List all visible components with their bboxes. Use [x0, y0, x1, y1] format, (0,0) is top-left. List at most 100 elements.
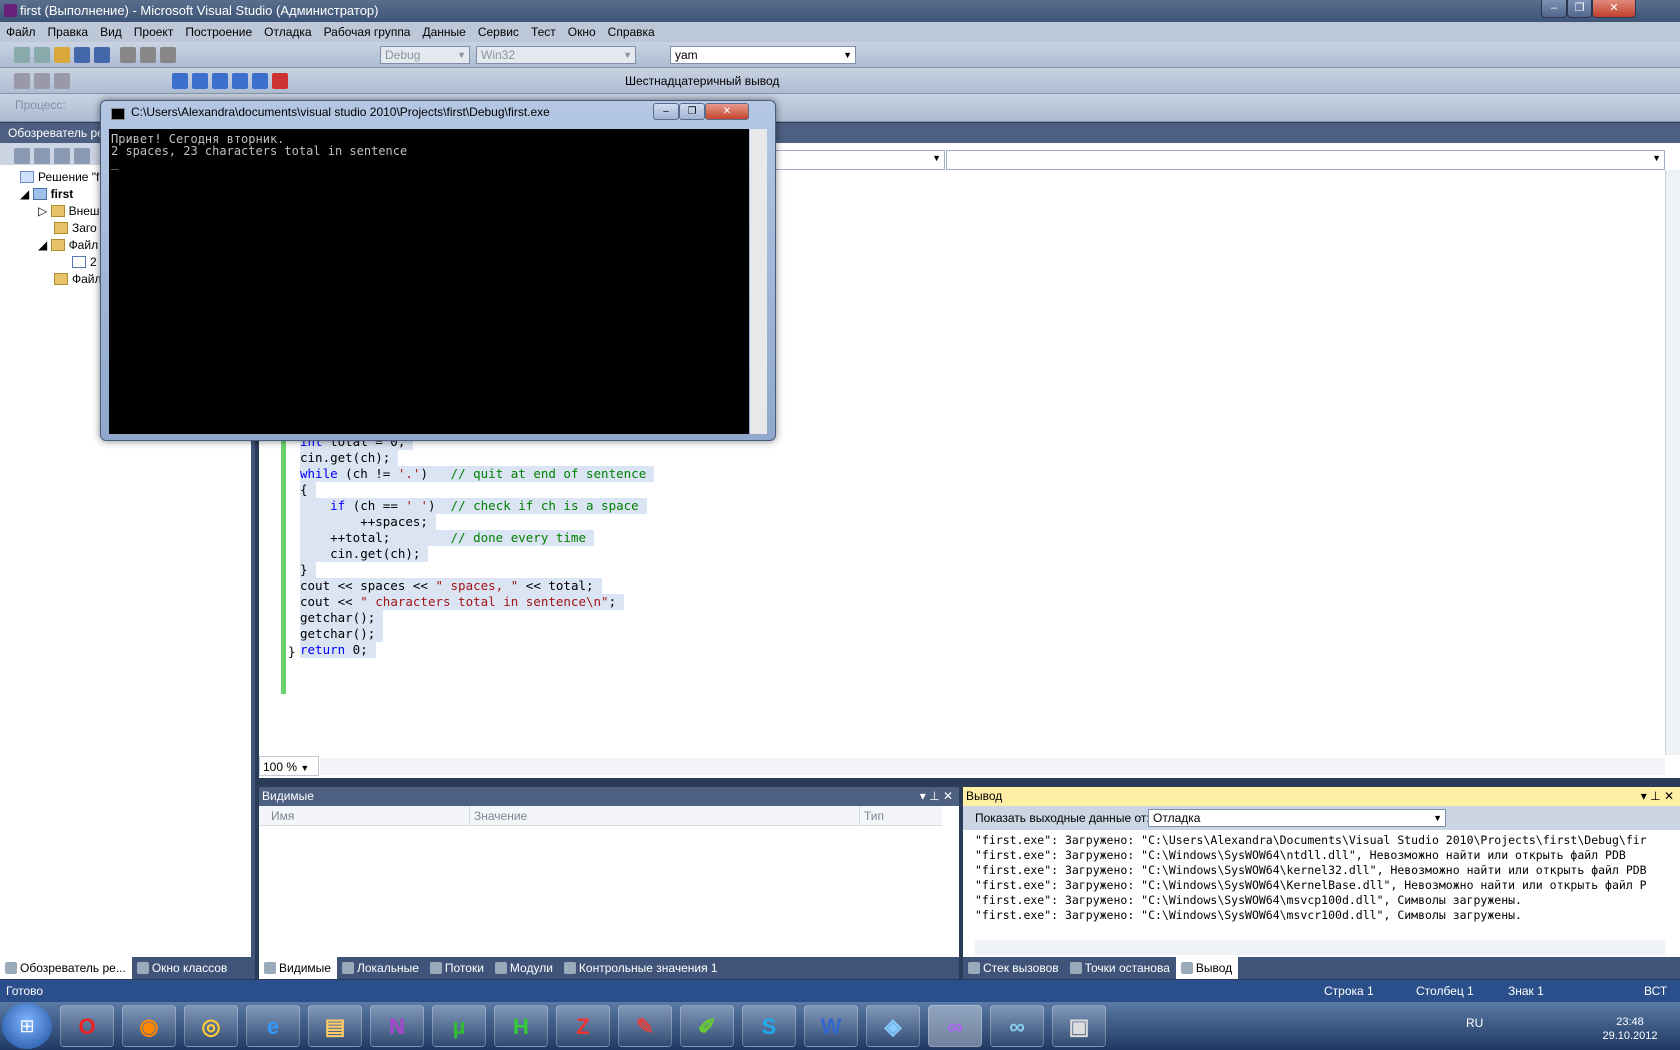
- column-name[interactable]: Имя: [271, 806, 294, 826]
- visual-studio-taskbar-icon[interactable]: ∞: [928, 1005, 982, 1047]
- column-type[interactable]: Тип: [859, 806, 884, 826]
- chrome-icon[interactable]: ◎: [184, 1005, 238, 1047]
- firefox-icon[interactable]: ◉: [122, 1005, 176, 1047]
- menu-item-0[interactable]: Файл: [0, 22, 42, 42]
- tree-item-headers[interactable]: Заго: [54, 219, 97, 237]
- tree-item-cpp-file[interactable]: 2: [72, 253, 97, 271]
- status-line: Строка 1: [1324, 984, 1374, 998]
- menu-item-5[interactable]: Отладка: [258, 22, 317, 42]
- tab-autos[interactable]: Видимые: [259, 957, 337, 979]
- editor-vertical-scrollbar[interactable]: [1665, 170, 1680, 755]
- minimize-button[interactable]: –: [1541, 0, 1567, 18]
- tree-item-sources[interactable]: ◢ Файл: [38, 236, 98, 254]
- code-line: while (ch != '.') // quit at end of sent…: [300, 466, 655, 482]
- skype-icon[interactable]: S: [742, 1005, 796, 1047]
- find-combo[interactable]: yam ▼: [670, 46, 856, 64]
- code-line: if (ch == ' ') // check if ch is a space: [300, 498, 647, 514]
- tab-watch1[interactable]: Контрольные значения 1: [559, 957, 724, 979]
- opera-icon[interactable]: O: [60, 1005, 114, 1047]
- platform-combo[interactable]: Win32 ▼: [476, 46, 636, 64]
- tab-threads[interactable]: Потоки: [425, 957, 490, 979]
- process-label: Процесс:: [15, 98, 66, 112]
- console-maximize-button[interactable]: ❐: [679, 103, 705, 120]
- start-button[interactable]: ⊞: [2, 1003, 52, 1049]
- editor-horizontal-scrollbar[interactable]: [320, 758, 1665, 775]
- code-line: ++spaces;: [300, 514, 436, 530]
- visual-studio-icon: [4, 4, 17, 17]
- menu-item-10[interactable]: Окно: [562, 22, 602, 42]
- hex-output-toggle[interactable]: Шестнадцатеричный вывод: [625, 73, 779, 89]
- console-icon: [111, 108, 125, 120]
- tab-locals[interactable]: Локальные: [337, 957, 425, 979]
- menu-item-9[interactable]: Тест: [525, 22, 562, 42]
- code-line: {: [300, 482, 316, 498]
- column-value[interactable]: Значение: [469, 806, 527, 826]
- middle-tabs: Видимые Локальные Потоки Модули Контрольные …: [259, 957, 959, 979]
- console-output: Привет! Сегодня вторник. 2 spaces, 23 ch…: [109, 129, 749, 434]
- console-taskbar-icon[interactable]: ▣: [1052, 1005, 1106, 1047]
- output-source-combo[interactable]: Отладка ▼: [1148, 809, 1446, 827]
- scope-combo[interactable]: ▼: [755, 150, 945, 170]
- code-line: getchar();: [300, 626, 384, 642]
- menu-item-3[interactable]: Проект: [128, 22, 180, 42]
- menu-item-7[interactable]: Данные: [416, 22, 471, 42]
- console-scrollbar[interactable]: [750, 129, 767, 434]
- menu-item-4[interactable]: Построение: [179, 22, 258, 42]
- status-ready: Готово: [6, 984, 44, 998]
- utorrent-icon[interactable]: µ: [432, 1005, 486, 1047]
- window-title: first (Выполнение) - Microsoft Visual St…: [20, 3, 379, 18]
- filezilla-icon[interactable]: Z: [556, 1005, 610, 1047]
- tab-breakpoints[interactable]: Точки останова: [1065, 957, 1176, 979]
- tab-solution-explorer[interactable]: Обозреватель ре...: [0, 957, 132, 979]
- tab-modules[interactable]: Модули: [490, 957, 559, 979]
- infinity-app-icon[interactable]: ∞: [990, 1005, 1044, 1047]
- code-text[interactable]: int total = 0; cin.get(ch); while (ch != '…: [300, 434, 655, 658]
- tree-item-resources[interactable]: Файл: [54, 270, 102, 288]
- console-title: C:\Users\Alexandra\documents\visual stud…: [131, 105, 550, 119]
- tree-item-solution[interactable]: Решение "f: [20, 168, 99, 186]
- autos-column-headers: Имя Значение Тип: [259, 806, 942, 826]
- tab-call-stack[interactable]: Стек вызовов: [963, 957, 1065, 979]
- notepadpp-icon[interactable]: ✐: [680, 1005, 734, 1047]
- code-line: }: [300, 562, 316, 578]
- tab-class-view[interactable]: Окно классов: [132, 957, 233, 979]
- explorer-folder-icon[interactable]: ▤: [308, 1005, 362, 1047]
- output-horizontal-scrollbar[interactable]: [975, 940, 1665, 955]
- code-line: cout << " characters total in sentence\n…: [300, 594, 625, 610]
- autos-panel-header: Видимые ▾ ⊥ ✕: [259, 787, 959, 806]
- clock[interactable]: 23:48 29.10.2012: [1595, 1015, 1665, 1043]
- onenote-icon[interactable]: N: [370, 1005, 424, 1047]
- menu-item-6[interactable]: Рабочая группа: [318, 22, 417, 42]
- close-button[interactable]: ✕: [1592, 0, 1636, 18]
- output-text: "first.exe": Загружено: "C:\Users\Alexan…: [975, 833, 1647, 922]
- status-insert-mode: ВСТ: [1644, 984, 1668, 998]
- change-tracking-bar: [281, 434, 286, 694]
- tab-output[interactable]: Вывод: [1175, 957, 1239, 979]
- code-line: cout << spaces << " spaces, " << total;: [300, 578, 602, 594]
- debug-toolbar: [0, 68, 1680, 94]
- console-close-button[interactable]: ✕: [705, 103, 749, 120]
- acrobat-icon[interactable]: ✎: [618, 1005, 672, 1047]
- zoom-combo[interactable]: 100 % ▼: [259, 756, 319, 776]
- word-icon[interactable]: W: [804, 1005, 858, 1047]
- right-tabs: Стек вызовов Точки останова Вывод: [963, 957, 1680, 979]
- menu-item-8[interactable]: Сервис: [472, 22, 525, 42]
- menu-item-1[interactable]: Правка: [42, 22, 95, 42]
- member-combo[interactable]: ▼: [946, 150, 1665, 170]
- language-indicator[interactable]: RU: [1466, 1016, 1483, 1030]
- left-tabs: Обозреватель ре... Окно классов: [0, 957, 255, 979]
- output-toolbar: Показать выходные данные от: Отладка ▼: [963, 806, 1680, 830]
- menu-item-2[interactable]: Вид: [94, 22, 128, 42]
- console-minimize-button[interactable]: –: [653, 103, 679, 120]
- maximize-button[interactable]: ❐: [1567, 0, 1592, 18]
- closing-brace: }: [288, 644, 296, 659]
- hamachi-icon[interactable]: H: [494, 1005, 548, 1047]
- tree-item-project[interactable]: ◢ first: [20, 185, 73, 203]
- config-combo[interactable]: Debug ▼: [380, 46, 470, 64]
- internet-explorer-icon[interactable]: e: [246, 1005, 300, 1047]
- menu-item-11[interactable]: Справка: [602, 22, 661, 42]
- status-bar: Готово Строка 1 Столбец 1 Знак 1 ВСТ: [0, 980, 1680, 1002]
- console-window[interactable]: C:\Users\Alexandra\documents\visual stud…: [100, 100, 776, 441]
- app-icon-generic[interactable]: ◈: [866, 1005, 920, 1047]
- tree-item-external[interactable]: ▷ Внеш: [38, 202, 100, 220]
